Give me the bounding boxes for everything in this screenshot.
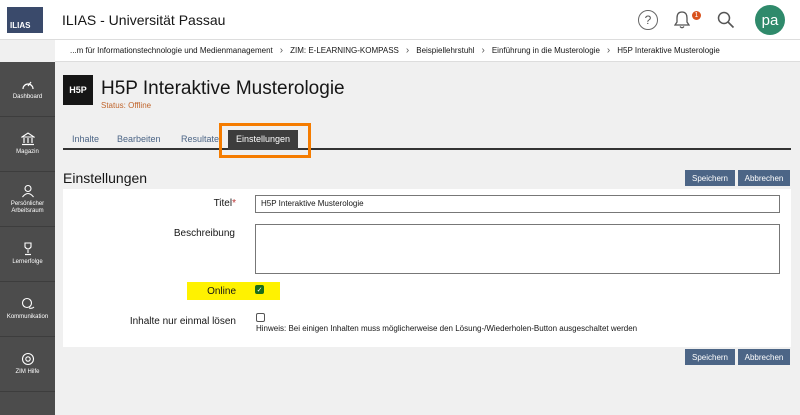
main-sidebar: Dashboard Magazin Persönlicher Arbeitsra… xyxy=(0,62,55,415)
tab-resultate[interactable]: Resultate xyxy=(181,134,219,144)
description-label: Beschreibung xyxy=(173,228,235,239)
cancel-button[interactable]: Abbrechen xyxy=(738,170,790,186)
search-icon[interactable] xyxy=(716,10,736,30)
page-title: H5P Interaktive Musterologie xyxy=(101,78,345,99)
breadcrumb-item[interactable]: H5P Interaktive Musterologie xyxy=(617,46,720,55)
user-icon xyxy=(21,184,34,197)
sidebar-item-lernerfolge[interactable]: Lernerfolge xyxy=(0,227,55,282)
tab-bearbeiten[interactable]: Bearbeiten xyxy=(117,134,161,144)
once-label: Inhalte nur einmal lösen xyxy=(129,316,236,327)
chevron-right-icon: › xyxy=(606,45,611,56)
status-text: Status: Offline xyxy=(101,101,152,110)
chevron-right-icon: › xyxy=(279,45,284,56)
chat-icon xyxy=(21,297,34,309)
save-button-bottom[interactable]: Speichern xyxy=(685,349,735,365)
required-marker: * xyxy=(232,198,236,209)
bank-icon xyxy=(20,132,35,146)
dashboard-icon xyxy=(21,81,34,90)
online-label: Online xyxy=(207,286,236,297)
sidebar-item-label: Lernerfolge xyxy=(12,259,43,265)
sidebar-item-label: Persönlicher Arbeitsraum xyxy=(10,200,45,214)
sidebar-item-label: Magazin xyxy=(16,149,39,155)
breadcrumb-item[interactable]: ZIM: E-LEARNING-KOMPASS xyxy=(290,46,399,55)
tab-highlight-frame xyxy=(219,123,311,158)
breadcrumb-item[interactable]: ...m für Informationstechnologie und Med… xyxy=(70,46,273,55)
notification-badge: 1 xyxy=(692,11,701,20)
top-header: ILIAS ILIAS - Universität Passau ? 1 pa xyxy=(0,0,800,40)
once-hint: Hinweis: Bei einigen Inhalten muss mögli… xyxy=(256,324,638,333)
sidebar-item-magazin[interactable]: Magazin xyxy=(0,117,55,172)
breadcrumb-item[interactable]: Einführung in die Musterologie xyxy=(492,46,600,55)
tab-inhalte[interactable]: Inhalte xyxy=(72,134,99,144)
help-icon[interactable]: ? xyxy=(638,10,658,30)
h5p-object-icon: H5P xyxy=(63,75,93,105)
sidebar-item-zim-hilfe[interactable]: ZIM Hilfe xyxy=(0,337,55,392)
ilias-logo[interactable]: ILIAS xyxy=(7,7,43,33)
title-field[interactable]: H5P Interaktive Musterologie xyxy=(255,195,780,213)
tab-bar: Inhalte Bearbeiten Resultate Einstellung… xyxy=(63,130,791,150)
chevron-right-icon: › xyxy=(405,45,410,56)
sidebar-item-label: Dashboard xyxy=(12,94,43,100)
title-label-text: Titel xyxy=(213,198,233,209)
description-field[interactable] xyxy=(255,224,780,274)
avatar[interactable]: pa xyxy=(755,5,785,35)
save-button[interactable]: Speichern xyxy=(685,170,735,186)
sidebar-item-kommunikation[interactable]: Kommunikation xyxy=(0,282,55,337)
sidebar-item-label: ZIM Hilfe xyxy=(15,369,40,375)
bell-icon[interactable] xyxy=(672,10,692,30)
online-checkbox[interactable]: ✓ xyxy=(255,285,264,294)
breadcrumb: ...m für Informationstechnologie und Med… xyxy=(55,40,800,62)
sidebar-item-personal-workspace[interactable]: Persönlicher Arbeitsraum xyxy=(0,172,55,227)
cancel-button-bottom[interactable]: Abbrechen xyxy=(738,349,790,365)
app-title: ILIAS - Universität Passau xyxy=(62,12,226,28)
sidebar-item-dashboard[interactable]: Dashboard xyxy=(0,62,55,117)
section-title: Einstellungen xyxy=(63,170,148,186)
once-checkbox[interactable] xyxy=(256,313,265,322)
sidebar-item-label: Kommunikation xyxy=(6,314,49,320)
trophy-icon xyxy=(23,242,32,256)
title-label: Titel* xyxy=(150,198,236,209)
help-icon xyxy=(21,352,34,366)
breadcrumb-item[interactable]: Beispiellehrstuhl xyxy=(416,46,474,55)
chevron-right-icon: › xyxy=(481,45,485,56)
